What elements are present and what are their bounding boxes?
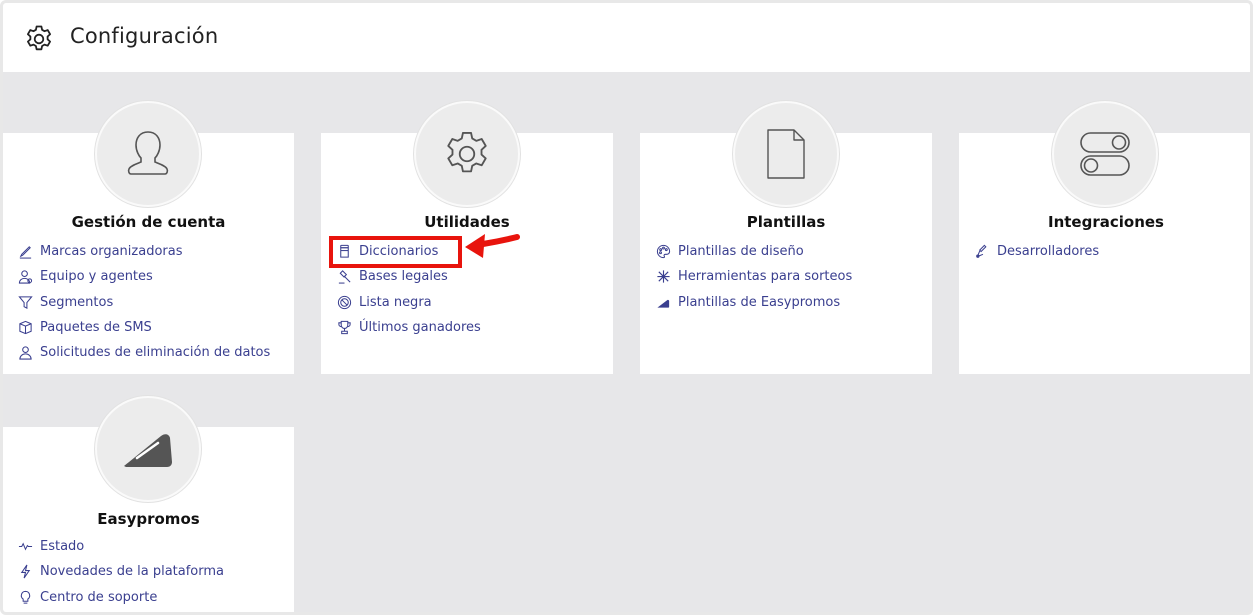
page-title: Configuración (70, 24, 219, 48)
lightbulb-icon (16, 588, 34, 606)
link-ultimos-ganadores[interactable]: Últimos ganadores (335, 315, 481, 340)
card-icon-circle (1052, 101, 1158, 207)
link-novedades-plataforma[interactable]: Novedades de la plataforma (16, 559, 224, 584)
trophy-icon (335, 319, 353, 337)
link-label: Equipo y agentes (40, 269, 153, 285)
toggles-icon (1080, 132, 1130, 176)
heartbeat-icon (16, 538, 34, 556)
link-label: Segmentos (40, 294, 114, 310)
card-title: Integraciones (1048, 213, 1164, 231)
annotation-arrow-icon (465, 234, 520, 258)
document-icon (767, 129, 805, 179)
easypromos-icon (654, 293, 672, 311)
gear-icon (27, 25, 51, 51)
link-plantillas-diseno[interactable]: Plantillas de diseño (654, 239, 852, 264)
card-title: Plantillas (746, 213, 826, 231)
people-icon (16, 268, 34, 286)
link-plantillas-easypromos[interactable]: Plantillas de Easypromos (654, 290, 852, 315)
link-lista-negra[interactable]: Lista negra (335, 290, 481, 315)
link-label: Bases legales (359, 269, 448, 285)
filter-icon (16, 293, 34, 311)
link-label: Marcas organizadoras (40, 244, 183, 260)
card-title: Utilidades (424, 213, 510, 231)
card-title: Easypromos (97, 510, 200, 528)
card-icon-circle (95, 396, 201, 502)
easypromos-logo-icon (124, 434, 172, 467)
link-desarrolladores[interactable]: Desarrolladores (973, 239, 1099, 264)
link-label: Solicitudes de eliminación de datos (40, 345, 271, 361)
link-label: Centro de soporte (40, 589, 158, 605)
gavel-icon (335, 268, 353, 286)
package-icon (16, 319, 34, 337)
pen-icon (16, 243, 34, 261)
highlight-box (329, 236, 462, 268)
card-icon-circle (95, 101, 201, 207)
link-label: Paquetes de SMS (40, 320, 152, 336)
link-label: Novedades de la plataforma (40, 564, 225, 580)
ban-icon (335, 293, 353, 311)
card-link-list: Plantillas de diseño Herramientas para s… (654, 239, 852, 315)
page-header: Configuración (3, 3, 1250, 72)
card-icon-circle (414, 101, 520, 207)
link-centro-soporte[interactable]: Centro de soporte (16, 585, 224, 610)
link-solicitudes-eliminacion[interactable]: Solicitudes de eliminación de datos (16, 340, 270, 365)
card-link-list: Desarrolladores (973, 239, 1099, 264)
developer-icon (973, 243, 991, 261)
link-label: Lista negra (359, 294, 432, 310)
card-title: Gestión de cuenta (71, 213, 226, 231)
link-label: Plantillas de Easypromos (678, 294, 841, 310)
gear-icon (447, 131, 487, 173)
link-paquetes-sms[interactable]: Paquetes de SMS (16, 315, 270, 340)
palette-icon (654, 243, 672, 261)
link-herramientas-sorteos[interactable]: Herramientas para sorteos (654, 264, 852, 289)
page-frame: Configuración Gestión de cuenta Marcas o… (0, 0, 1253, 615)
user-outline-icon (16, 344, 34, 362)
card-link-list: Estado Novedades de la plataforma Centro… (16, 534, 224, 610)
link-label: Estado (40, 539, 85, 555)
tools-icon (654, 268, 672, 286)
link-segmentos[interactable]: Segmentos (16, 290, 270, 315)
link-equipo-agentes[interactable]: Equipo y agentes (16, 264, 270, 289)
link-label: Desarrolladores (997, 244, 1100, 260)
link-label: Últimos ganadores (359, 320, 481, 336)
card-icon-circle (733, 101, 839, 207)
link-marcas-organizadoras[interactable]: Marcas organizadoras (16, 239, 270, 264)
link-bases-legales[interactable]: Bases legales (335, 264, 481, 289)
bolt-icon (16, 563, 34, 581)
user-icon (127, 131, 169, 175)
link-label: Plantillas de diseño (678, 244, 804, 260)
link-estado[interactable]: Estado (16, 534, 224, 559)
link-label: Herramientas para sorteos (678, 269, 853, 285)
card-link-list: Marcas organizadoras Equipo y agentes Se… (16, 239, 270, 365)
